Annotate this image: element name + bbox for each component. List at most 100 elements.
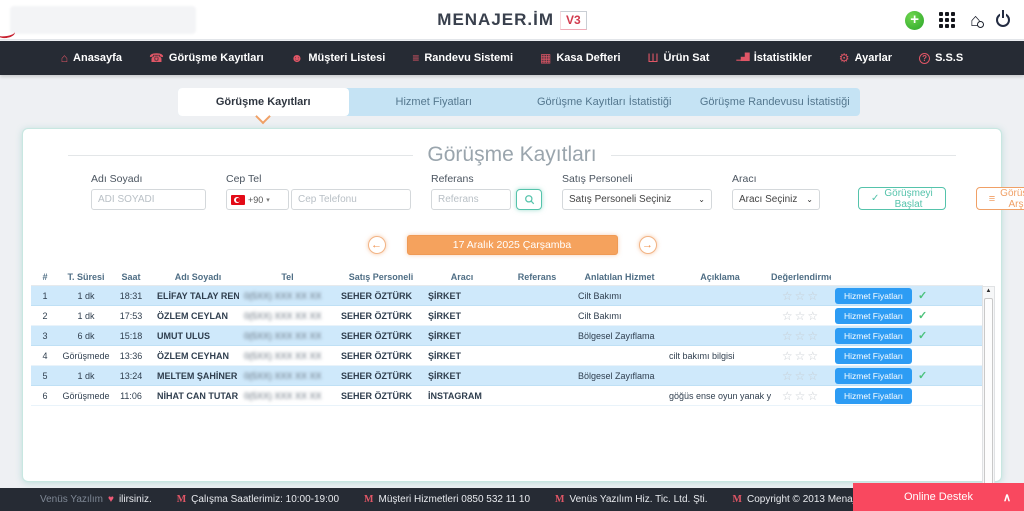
- tab-label: Görüşme Randevusu İstatistiği: [700, 96, 850, 108]
- scroll-up-icon[interactable]: ▲: [983, 288, 994, 294]
- nav-item[interactable]: Ш Ürün Sat: [648, 52, 710, 64]
- footer-item: Çalışma Saatlerimiz: 10:00-19:00: [177, 494, 339, 505]
- country-code: +90: [248, 195, 263, 205]
- check-icon: [918, 369, 927, 382]
- column-header: Saat: [113, 270, 149, 285]
- call-records-table: # T. Süresi Saat Adı Soyadı Tel Satış Pe…: [31, 270, 983, 482]
- agent-label: Aracı: [732, 173, 820, 185]
- table-row: 1 1 dk 18:31 ELİFAY TALAY RENDE 0(5XX) X…: [31, 286, 983, 306]
- note-text: göğüs ense oyun yanak yarım kol ...: [661, 391, 771, 401]
- rating-stars-icon[interactable]: ☆☆☆: [782, 290, 820, 302]
- next-day-button[interactable]: [639, 236, 657, 254]
- nav-item[interactable]: ⌂ Anasayfa: [61, 52, 122, 64]
- row-number: 2: [31, 311, 59, 321]
- name-input[interactable]: [91, 189, 206, 210]
- statistics-icon: ▁▄█: [736, 52, 748, 64]
- call-time: 13:36: [113, 351, 149, 361]
- customer-phone: 0(5XX) XXX XX XX: [239, 331, 331, 341]
- customer-phone: 0(5XX) XXX XX XX: [239, 371, 331, 381]
- footer-item-text: Çalışma Saatlerimiz: 10:00-19:00: [191, 494, 339, 505]
- tab[interactable]: Görüşme Randevusu İstatistiği: [690, 88, 861, 116]
- phone-input[interactable]: [291, 189, 411, 210]
- topbar-actions: [905, 0, 1010, 40]
- call-archive-button[interactable]: Görüşme Arşivi: [976, 187, 1024, 210]
- heart-icon: [108, 494, 114, 505]
- chevron-down-icon: ⌄: [698, 195, 705, 204]
- footer-item: Müşteri Hizmetleri 0850 532 11 10: [364, 494, 530, 505]
- nav-item[interactable]: ⚙ Ayarlar: [839, 52, 892, 64]
- table-row: 6 Görüşmede 11:06 NİHAT CAN TUTAR 0(5XX)…: [31, 386, 983, 406]
- rating-stars-icon[interactable]: ☆☆☆: [782, 350, 820, 362]
- row-number: 4: [31, 351, 59, 361]
- sales-person: SEHER ÖZTÜRK: [331, 351, 421, 361]
- logo-swoosh-icon: [0, 28, 16, 40]
- menajer-m-icon: [733, 494, 742, 505]
- sales-person-select[interactable]: Satış Personeli Seçiniz ⌄: [562, 189, 712, 210]
- nav-item-label: Müşteri Listesi: [308, 52, 385, 64]
- service-prices-button[interactable]: Hizmet Fiyatları: [835, 308, 912, 324]
- call-duration: 1 dk: [59, 371, 113, 381]
- previous-day-button[interactable]: [368, 236, 386, 254]
- agent-select[interactable]: Aracı Seçiniz ⌄: [732, 189, 820, 210]
- column-header: #: [31, 270, 59, 285]
- chevron-down-icon: ▾: [266, 196, 270, 204]
- customer-name: UMUT ULUS: [149, 331, 239, 341]
- rating-stars-icon[interactable]: ☆☆☆: [782, 330, 820, 342]
- online-support-button[interactable]: Online Destek: [853, 483, 1024, 511]
- note-text: cilt bakımı bilgisi: [661, 351, 771, 361]
- table-body: 1 1 dk 18:31 ELİFAY TALAY RENDE 0(5XX) X…: [31, 286, 983, 406]
- start-call-button[interactable]: Görüşmeyi Başlat: [858, 187, 946, 210]
- menajer-m-icon: [177, 494, 186, 505]
- column-header: Aracı: [421, 270, 496, 285]
- nav-item[interactable]: ☎ Görüşme Kayıtları: [149, 52, 264, 64]
- service-prices-button[interactable]: Hizmet Fiyatları: [835, 288, 912, 304]
- column-header: T. Süresi: [59, 270, 113, 285]
- agent-channel: ŞİRKET: [421, 371, 496, 381]
- customer-phone: 0(5XX) XXX XX XX: [239, 311, 331, 321]
- agent-value: Aracı Seçiniz: [739, 194, 797, 205]
- divider: [68, 155, 413, 156]
- divider: [611, 155, 956, 156]
- column-header: Satış Personeli: [331, 270, 421, 285]
- agent-channel: ŞİRKET: [421, 311, 496, 321]
- tab[interactable]: Görüşme Kayıtları: [178, 88, 349, 116]
- service-prices-button[interactable]: Hizmet Fiyatları: [835, 368, 912, 384]
- nav-item-label: Kasa Defteri: [556, 52, 620, 64]
- nav-item[interactable]: ▦ Kasa Defteri: [540, 52, 621, 64]
- rating-stars-icon[interactable]: ☆☆☆: [782, 310, 820, 322]
- table-row: 2 1 dk 17:53 ÖZLEM CEYLAN 0(5XX) XXX XX …: [31, 306, 983, 326]
- scrollbar-thumb[interactable]: [984, 298, 993, 511]
- tab[interactable]: Hizmet Fiyatları: [349, 88, 520, 116]
- search-button[interactable]: [516, 189, 542, 210]
- rating-stars-icon[interactable]: ☆☆☆: [782, 370, 820, 382]
- nav-item[interactable]: ≡ Randevu Sistemi: [412, 52, 513, 64]
- footer-item: Venüs Yazılım Hiz. Tic. Ltd. Şti.: [555, 494, 707, 505]
- check-icon: [918, 289, 927, 302]
- check-icon: [918, 309, 927, 322]
- service-prices-button[interactable]: Hizmet Fiyatları: [835, 348, 912, 364]
- column-header: Adı Soyadı: [149, 270, 239, 285]
- call-time: 15:18: [113, 331, 149, 341]
- phone-icon: ☎: [149, 52, 164, 64]
- nav-item[interactable]: ▁▄█ İstatistikler: [736, 52, 811, 64]
- service-prices-button[interactable]: Hizmet Fiyatları: [835, 388, 912, 404]
- rating-stars-icon[interactable]: ☆☆☆: [782, 390, 820, 402]
- table-scrollbar[interactable]: ▲ ▼: [982, 286, 995, 511]
- power-icon[interactable]: [996, 13, 1010, 27]
- nav-item[interactable]: ☻ Müşteri Listesi: [291, 52, 386, 64]
- tab[interactable]: Görüşme Kayıtları İstatistiği: [519, 88, 690, 116]
- referans-input[interactable]: [431, 189, 511, 210]
- service-offered: Bölgesel Zayıflama: [571, 371, 661, 381]
- add-icon[interactable]: [905, 11, 924, 30]
- home-search-icon[interactable]: [970, 11, 981, 29]
- call-duration: 6 dk: [59, 331, 113, 341]
- current-date-button[interactable]: 17 Aralık 2025 Çarşamba: [407, 235, 618, 255]
- service-prices-button[interactable]: Hizmet Fiyatları: [835, 328, 912, 344]
- nav-item[interactable]: ? S.S.S: [919, 52, 963, 64]
- check-icon: [918, 329, 927, 342]
- apps-grid-icon[interactable]: [939, 12, 955, 28]
- table-row: 5 1 dk 13:24 MELTEM ŞAHİNER 0(5XX) XXX X…: [31, 366, 983, 386]
- country-code-select[interactable]: +90 ▾: [226, 189, 289, 210]
- agent-channel: ŞİRKET: [421, 331, 496, 341]
- turkey-flag-icon: [231, 195, 245, 205]
